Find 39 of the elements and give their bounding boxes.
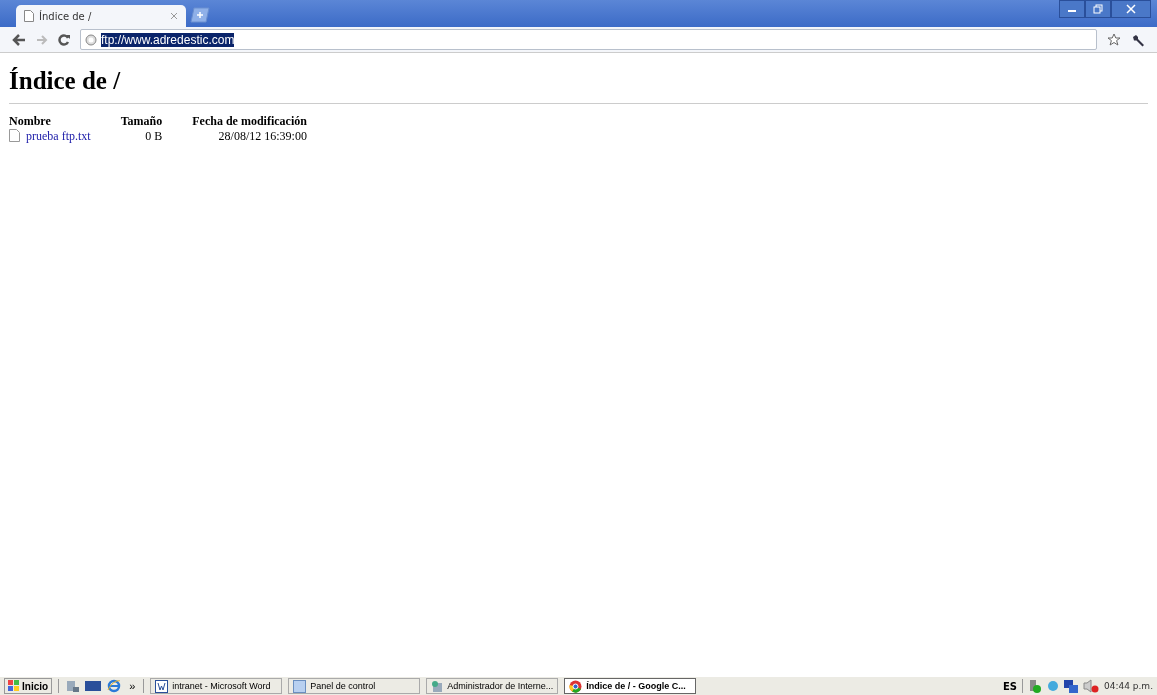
wrench-icon[interactable]	[1131, 32, 1145, 47]
new-tab-icon[interactable]	[188, 7, 210, 23]
file-size: 0 B	[145, 129, 163, 143]
clock[interactable]: 04:44 p.m.	[1104, 681, 1153, 691]
close-button[interactable]	[1111, 0, 1151, 18]
server-icon	[431, 679, 444, 693]
muted-speaker-icon[interactable]	[1083, 679, 1099, 693]
browser-tab[interactable]: Índice de /	[16, 5, 186, 27]
page-heading: Índice de /	[9, 67, 122, 95]
back-icon[interactable]	[12, 33, 26, 46]
reload-icon[interactable]	[58, 33, 70, 46]
minimize-button[interactable]	[1059, 0, 1085, 18]
file-link[interactable]: prueba ftp.txt	[26, 129, 91, 143]
file-icon	[9, 129, 20, 142]
file-date: 28/08/12 16:39:00	[218, 129, 307, 143]
language-indicator[interactable]: ES	[1002, 680, 1017, 692]
star-icon[interactable]	[1107, 32, 1121, 47]
close-icon	[1126, 4, 1136, 14]
tab-title: Índice de /	[39, 10, 93, 22]
taskbar-button[interactable]: intranet - Microsoft Word	[150, 678, 283, 694]
address-bar[interactable]: ftp://www.adredestic.com	[80, 29, 1097, 50]
more-button[interactable]: »	[127, 680, 138, 692]
desktop-icon[interactable]	[85, 680, 102, 692]
page-icon	[24, 10, 34, 22]
windows-logo	[8, 680, 20, 692]
taskbar-button[interactable]: Administrador de Interne...	[426, 678, 559, 694]
globe-icon	[85, 33, 97, 46]
browser-e-icon[interactable]	[107, 679, 122, 693]
control-panel-icon	[293, 679, 307, 693]
restore-icon	[1093, 4, 1103, 14]
column-header: Fecha de modificación	[192, 114, 307, 128]
taskbar-button[interactable]: Panel de control	[288, 678, 421, 694]
restore-button[interactable]	[1085, 0, 1111, 18]
close-icon[interactable]	[170, 12, 178, 20]
taskbar-button[interactable]: Índice de / - Google C...	[564, 678, 697, 694]
column-header: Tamaño	[120, 114, 163, 128]
column-header: Nombre	[9, 114, 51, 128]
network-status-icon[interactable]	[1064, 679, 1078, 693]
start-button[interactable]: Inicio	[4, 678, 53, 694]
